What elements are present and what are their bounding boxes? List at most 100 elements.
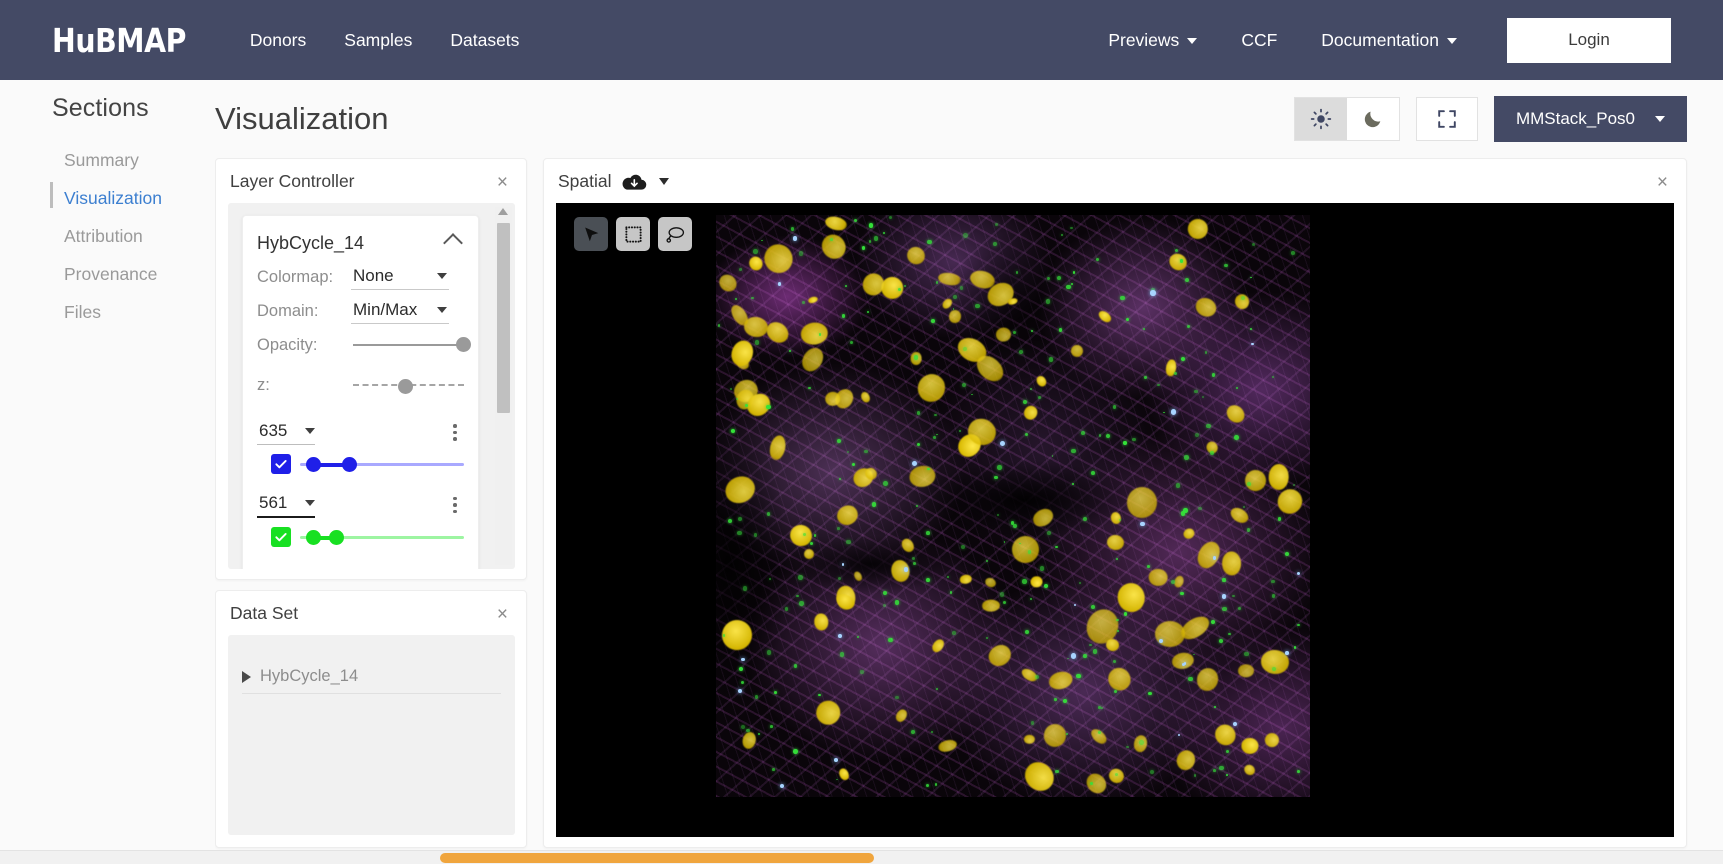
z-label: z: (257, 375, 270, 394)
data-set-title: Data Set (230, 603, 299, 623)
triangle-right-icon[interactable] (242, 670, 251, 683)
list-item[interactable]: HybCycle_14 (242, 667, 501, 694)
chevron-down-icon (305, 500, 315, 506)
nav-link-samples[interactable]: Samples (344, 30, 412, 51)
layer-controller-scroll-area: HybCycle_14 Colormap: None Domain: Min/M… (228, 203, 515, 569)
channel-range-561[interactable] (300, 529, 464, 545)
nav-link-documentation[interactable]: Documentation (1321, 30, 1457, 51)
chevron-down-icon (1655, 116, 1665, 122)
channel-menu-635[interactable] (446, 423, 464, 443)
colormap-row: Colormap: None (257, 260, 464, 294)
range-knob-low[interactable] (306, 457, 322, 472)
opacity-track (353, 337, 471, 352)
layer-name-row[interactable]: HybCycle_14 (257, 226, 464, 260)
light-theme-button[interactable] (1294, 98, 1347, 140)
colormap-select[interactable]: None (351, 264, 449, 290)
sidebar-item-attribution[interactable]: Attribution (52, 217, 215, 255)
spatial-title-group: Spatial (558, 171, 669, 192)
spatial-header: Spatial × (544, 159, 1686, 200)
sidebar-item-visualization[interactable]: Visualization (50, 179, 215, 217)
channel-range-635[interactable] (300, 456, 464, 472)
spatial-viewer[interactable] (556, 203, 1674, 837)
nav-link-previews-label: Previews (1108, 29, 1180, 50)
scroll-up-icon[interactable] (498, 208, 508, 215)
scrollbar-thumb[interactable] (496, 223, 510, 413)
opacity-slider[interactable] (349, 337, 471, 352)
channel-name-561: 561 (259, 493, 288, 512)
right-column: Spatial × (543, 158, 1687, 848)
vitessce-grid: Layer Controller × HybCycle_14 Colormap: (215, 158, 1687, 848)
pointer-icon (584, 227, 598, 241)
range-knob-low[interactable] (306, 530, 322, 545)
domain-label: Domain: (257, 301, 319, 320)
channel-name-635: 635 (259, 421, 288, 440)
nav-link-documentation-label: Documentation (1321, 29, 1439, 50)
opacity-row: Opacity: (257, 328, 471, 362)
close-icon[interactable]: × (493, 603, 512, 626)
stack-selector-button[interactable]: MMStack_Pos0 (1493, 96, 1687, 142)
microscopy-image[interactable] (716, 215, 1310, 797)
data-set-body: HybCycle_14 (228, 635, 515, 835)
chevron-down-icon[interactable] (658, 178, 669, 185)
range-knob-high[interactable] (329, 530, 345, 545)
login-button[interactable]: Login (1507, 17, 1671, 63)
nav-link-datasets[interactable]: Datasets (450, 30, 519, 51)
spatial-title: Spatial (558, 171, 612, 191)
cloud-download-icon[interactable] (622, 172, 647, 191)
visualization-header: Visualization MMStack_Pos0 (215, 80, 1687, 158)
chevron-down-icon (305, 428, 315, 434)
dark-theme-button[interactable] (1346, 98, 1399, 140)
channel-checkbox-635[interactable] (271, 454, 291, 474)
pointer-tool-button[interactable] (574, 217, 608, 251)
layer-controller-header: Layer Controller × (216, 159, 526, 200)
data-set-item-label: HybCycle_14 (260, 667, 359, 685)
nav-link-donors[interactable]: Donors (250, 30, 306, 51)
data-set-header: Data Set × (216, 591, 526, 632)
page-title: Visualization (215, 101, 389, 136)
channel-select-561[interactable]: 561 (257, 492, 315, 518)
sidebar-title: Sections (52, 94, 149, 122)
opacity-thumb[interactable] (456, 337, 471, 352)
channel-select-635[interactable]: 635 (257, 420, 315, 445)
close-icon[interactable]: × (493, 171, 512, 194)
z-slider[interactable] (349, 379, 464, 394)
layer-controller-title: Layer Controller (230, 171, 355, 191)
chevron-down-icon (437, 273, 447, 279)
page-horizontal-scrollbar[interactable] (0, 850, 1723, 864)
opacity-label: Opacity: (257, 335, 318, 354)
fullscreen-icon (1438, 110, 1456, 128)
range-knob-high[interactable] (342, 457, 358, 472)
rectangle-select-tool-button[interactable] (616, 217, 650, 251)
scrollbar-thumb[interactable] (440, 853, 874, 863)
layer-card: HybCycle_14 Colormap: None Domain: Min/M… (242, 215, 479, 569)
sidebar-item-provenance[interactable]: Provenance (52, 255, 215, 293)
theme-toggle-group (1293, 97, 1400, 141)
top-navbar: HuBMAP Donors Samples Datasets Previews … (0, 0, 1723, 80)
channel-checkbox-561[interactable] (271, 527, 291, 547)
lasso-select-tool-button[interactable] (658, 217, 692, 251)
close-icon[interactable]: × (1653, 171, 1672, 194)
z-thumb[interactable] (398, 379, 414, 394)
stack-selector-label: MMStack_Pos0 (1515, 109, 1635, 128)
page-body: Sections Summary Visualization Attributi… (0, 80, 1723, 864)
channel-menu-561[interactable] (446, 495, 464, 515)
nav-link-previews[interactable]: Previews (1108, 29, 1198, 51)
sidebar-item-summary[interactable]: Summary (52, 141, 215, 179)
chevron-down-icon (1187, 37, 1198, 44)
lasso-icon (665, 226, 684, 243)
layer-controller-scrollbar[interactable] (495, 207, 512, 565)
fullscreen-button[interactable] (1415, 97, 1478, 141)
colormap-value: None (353, 266, 394, 285)
header-toolbar: MMStack_Pos0 (1293, 96, 1687, 142)
chevron-down-icon (437, 307, 447, 313)
channel-slider-row-561 (257, 527, 464, 547)
domain-select[interactable]: Min/Max (351, 298, 449, 324)
hubmap-logo[interactable]: HuBMAP (52, 21, 186, 60)
channel-row: 635 (257, 420, 464, 445)
channel-slider-row-635 (257, 454, 464, 474)
nav-link-ccf[interactable]: CCF (1241, 30, 1277, 51)
chevron-down-icon (1447, 37, 1457, 44)
spatial-panel: Spatial × (543, 158, 1687, 848)
chevron-up-icon[interactable] (443, 233, 463, 253)
sidebar-item-files[interactable]: Files (52, 293, 215, 331)
